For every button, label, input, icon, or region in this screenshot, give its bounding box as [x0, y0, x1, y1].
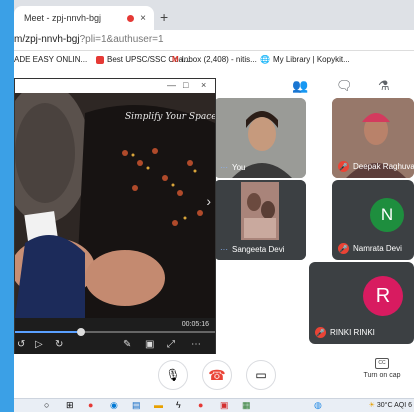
tab-meet[interactable]: Meet - zpj-nnvh-bgj ×: [14, 6, 154, 30]
participant-tile-sangeeta[interactable]: ··· Sangeeta Devi: [214, 180, 306, 260]
participant-tile-you[interactable]: ··· You: [214, 98, 306, 178]
player-controls: 00:05:16 ↺ ▷ ↻ ✎ ▣ ⤢ ⋯: [15, 318, 215, 355]
avatar-initial: N: [380, 205, 394, 224]
new-tab-button[interactable]: +: [160, 9, 168, 25]
participant-tile-namrata[interactable]: N 🎤 Namrata Devi: [332, 180, 414, 260]
screen-icon[interactable]: ▦: [242, 400, 251, 411]
participant-tile-rinki[interactable]: R 🎤 RINKI RINKI: [309, 262, 414, 344]
activities-icon[interactable]: ⚗: [378, 78, 390, 94]
app-icon[interactable]: ϟ: [176, 400, 181, 411]
avatar: R: [363, 276, 403, 316]
video-watermark: Simplify Your Space: [125, 112, 215, 122]
address-bar[interactable]: m/zpj-nnvh-bgj?pli=1&authuser=1: [14, 30, 414, 51]
participant-label: 🎤 Deepak Raghuva...: [338, 161, 414, 172]
end-call-button[interactable]: ☎: [202, 360, 232, 390]
mic-off-icon: 🎤: [315, 327, 326, 338]
bookmark-item[interactable]: ADE EASY ONLIN...: [14, 55, 87, 64]
bookmarks-bar: ADE EASY ONLIN... Best UPSC/SSC Coa... M…: [14, 51, 414, 69]
mic-off-icon: 🎤: [338, 243, 349, 254]
participant-tile-deepak[interactable]: 🎤 Deepak Raghuva...: [332, 98, 414, 178]
url-main: m/zpj-nnvh-bgj: [14, 34, 80, 45]
bookmark-label: Inbox (2,408) - nitis...: [181, 55, 257, 64]
participant-name: Deepak Raghuva...: [353, 162, 414, 171]
skip-forward-icon[interactable]: ↻: [55, 339, 63, 350]
bookmark-item[interactable]: 🌐 My Library | Kopykit...: [260, 55, 350, 64]
gmail-icon: M: [172, 55, 179, 64]
camera-icon: ▭: [255, 368, 267, 382]
folder-icon[interactable]: ▬: [154, 400, 163, 411]
chat-icon[interactable]: 🗨: [336, 78, 353, 94]
skip-back-icon[interactable]: ↺: [17, 339, 25, 350]
network-icon[interactable]: ◍: [314, 400, 322, 411]
start-icon[interactable]: ○: [44, 400, 49, 411]
participant-label: ··· You: [220, 163, 246, 172]
participant-name: RINKI RINKI: [330, 328, 375, 337]
fullscreen-icon[interactable]: ⤢: [167, 339, 175, 350]
speaking-icon: ···: [220, 163, 228, 172]
mic-off-icon: 🎤: [338, 161, 349, 172]
bookmark-label: ADE EASY ONLIN...: [14, 55, 88, 64]
captions-label: Turn on cap: [363, 372, 401, 379]
bookmark-item[interactable]: M Inbox (2,408) - nitis...: [172, 55, 257, 64]
system-tray[interactable]: ☀ 30°C AQI 6: [369, 401, 412, 409]
minimize-icon[interactable]: —: [167, 80, 176, 90]
globe-icon: 🌐: [260, 55, 270, 64]
participant-name: You: [232, 163, 246, 172]
video-content: Simplify Your Space: [15, 93, 215, 318]
task-view-icon[interactable]: ⊞: [66, 400, 74, 411]
seek-bar[interactable]: [15, 328, 215, 336]
captions-icon: CC: [375, 358, 389, 369]
chevron-right-icon[interactable]: ›: [206, 193, 211, 209]
close-icon[interactable]: ×: [201, 80, 206, 90]
taskbar: ○ ⊞ ● ◉ ▤ ▬ ϟ ● ▣ ▦ ◍ ☀ 30°C AQI 6: [14, 398, 414, 412]
participant-label: ··· Sangeeta Devi: [220, 245, 284, 254]
weather-text: 30°C AQI 6: [376, 402, 412, 409]
mic-icon: 🎙: [165, 368, 181, 382]
avatar: N: [370, 198, 404, 232]
playback-time: 00:05:16: [181, 321, 209, 328]
hang-up-icon: ☎: [208, 366, 226, 383]
url-query: ?pli=1&authuser=1: [79, 34, 164, 45]
chrome-icon[interactable]: ●: [88, 400, 93, 411]
store-icon[interactable]: ▤: [132, 400, 141, 411]
seek-handle[interactable]: [77, 328, 85, 336]
tab-strip: Meet - zpj-nnvh-bgj × +: [14, 0, 414, 30]
participant-name: Namrata Devi: [353, 244, 402, 253]
weather-icon: ☀: [368, 402, 375, 409]
video-player-window[interactable]: — □ × Simplify Your Space › 00:05:16 ↺ ▷…: [14, 78, 216, 356]
recording-dot-icon: [127, 14, 135, 22]
mic-button[interactable]: 🎙: [158, 360, 188, 390]
play-icon[interactable]: ▷: [35, 339, 43, 350]
speaking-icon: ···: [220, 245, 228, 254]
edit-icon[interactable]: ✎: [123, 339, 131, 350]
video-frame[interactable]: Simplify Your Space ›: [15, 93, 215, 318]
chrome-icon-2[interactable]: ●: [198, 400, 203, 411]
tab-close-icon[interactable]: ×: [140, 13, 146, 24]
participant-name: Sangeeta Devi: [232, 245, 285, 254]
avatar-initial: R: [375, 284, 391, 307]
seek-progress: [15, 331, 81, 333]
bookmark-icon: [96, 55, 104, 64]
captions-button[interactable]: CC Turn on cap: [352, 358, 412, 379]
call-controls: 🎙 ☎ ▭ CC Turn on cap: [14, 354, 414, 398]
people-icon[interactable]: 👥: [292, 78, 308, 94]
url-text[interactable]: m/zpj-nnvh-bgj?pli=1&authuser=1: [14, 34, 164, 45]
camera-button[interactable]: ▭: [246, 360, 276, 390]
browser-window: Meet - zpj-nnvh-bgj × + m/zpj-nnvh-bgj?p…: [14, 0, 414, 398]
more-options-icon[interactable]: ⋯: [191, 339, 201, 350]
maximize-icon[interactable]: □: [183, 80, 188, 90]
tab-title: Meet - zpj-nnvh-bgj: [24, 13, 102, 23]
participant-label: 🎤 Namrata Devi: [338, 243, 402, 254]
player-titlebar: — □ ×: [15, 79, 215, 93]
edge-icon[interactable]: ◉: [110, 400, 118, 411]
bookmark-label: My Library | Kopykit...: [272, 55, 350, 64]
participant-label: 🎤 RINKI RINKI: [315, 327, 375, 338]
media-icon[interactable]: ▣: [220, 400, 229, 411]
miniplayer-icon[interactable]: ▣: [145, 339, 154, 350]
